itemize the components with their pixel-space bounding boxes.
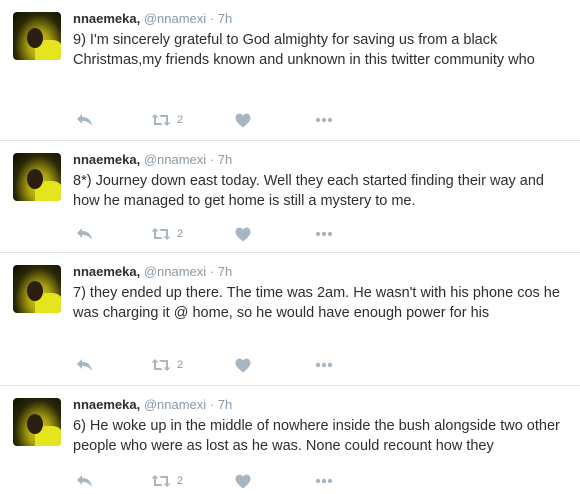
retweet-count: 2 <box>177 359 184 371</box>
retweet-count: 2 <box>177 475 184 487</box>
reply-icon <box>76 358 93 372</box>
separator-dot: · <box>209 264 215 279</box>
avatar[interactable] <box>13 153 61 201</box>
heart-icon <box>235 227 251 242</box>
reply-icon <box>76 474 93 488</box>
reply-button[interactable] <box>76 226 93 242</box>
separator-dot: · <box>209 397 215 412</box>
like-button[interactable] <box>235 112 251 128</box>
more-button[interactable] <box>315 112 333 128</box>
heart-icon <box>235 474 251 489</box>
tweet-actions: 2 <box>73 112 333 128</box>
retweet-button[interactable]: 2 <box>151 473 183 489</box>
reply-icon <box>76 227 93 241</box>
avatar[interactable] <box>13 398 61 446</box>
tweet[interactable]: nnaemeka, @nnamexi · 7h 8*) Journey down… <box>0 141 580 253</box>
reply-icon <box>76 113 93 127</box>
more-icon <box>315 478 333 484</box>
author-handle[interactable]: @nnamexi <box>144 152 206 167</box>
tweet-text: 7) they ended up there. The time was 2am… <box>73 285 560 321</box>
tweet-text: 9) I'm sincerely grateful to God almight… <box>73 32 535 68</box>
heart-icon <box>235 113 251 128</box>
more-icon <box>315 117 333 123</box>
tweet[interactable]: nnaemeka, @nnamexi · 7h 9) I'm sincerely… <box>0 0 580 141</box>
tweet-text: 8*) Journey down east today. Well they e… <box>73 173 544 209</box>
tweet-actions: 2 <box>73 357 333 373</box>
tweet[interactable]: nnaemeka, @nnamexi · 7h 7) they ended up… <box>0 253 580 386</box>
tweet-actions: 2 <box>73 226 333 242</box>
author-handle[interactable]: @nnamexi <box>144 264 206 279</box>
reply-button[interactable] <box>76 112 93 128</box>
tweet-header: nnaemeka, @nnamexi · 7h <box>73 264 232 279</box>
tweet[interactable]: nnaemeka, @nnamexi · 7h 6) He woke up in… <box>0 386 580 494</box>
tweet-header: nnaemeka, @nnamexi · 7h <box>73 11 232 26</box>
reply-button[interactable] <box>76 357 93 373</box>
author-name[interactable]: nnaemeka, <box>73 11 140 26</box>
avatar[interactable] <box>13 265 61 313</box>
like-button[interactable] <box>235 473 251 489</box>
author-handle[interactable]: @nnamexi <box>144 397 206 412</box>
more-icon <box>315 362 333 368</box>
retweet-button[interactable]: 2 <box>151 112 183 128</box>
heart-icon <box>235 358 251 373</box>
separator-dot: · <box>209 11 215 26</box>
retweet-icon <box>151 474 171 488</box>
like-button[interactable] <box>235 357 251 373</box>
retweet-icon <box>151 227 171 241</box>
tweet-timestamp[interactable]: 7h <box>218 397 232 412</box>
retweet-icon <box>151 113 171 127</box>
retweet-button[interactable]: 2 <box>151 357 183 373</box>
tweet-timestamp[interactable]: 7h <box>218 11 232 26</box>
tweet-feed: nnaemeka, @nnamexi · 7h 9) I'm sincerely… <box>0 0 580 494</box>
reply-button[interactable] <box>76 473 93 489</box>
like-button[interactable] <box>235 226 251 242</box>
retweet-icon <box>151 358 171 372</box>
more-icon <box>315 231 333 237</box>
more-button[interactable] <box>315 226 333 242</box>
tweet-timestamp[interactable]: 7h <box>218 152 232 167</box>
author-name[interactable]: nnaemeka, <box>73 152 140 167</box>
avatar[interactable] <box>13 12 61 60</box>
retweet-button[interactable]: 2 <box>151 226 183 242</box>
retweet-count: 2 <box>177 228 184 240</box>
tweet-actions: 2 <box>73 473 333 489</box>
tweet-header: nnaemeka, @nnamexi · 7h <box>73 152 232 167</box>
author-name[interactable]: nnaemeka, <box>73 264 140 279</box>
retweet-count: 2 <box>177 114 184 126</box>
more-button[interactable] <box>315 473 333 489</box>
more-button[interactable] <box>315 357 333 373</box>
tweet-text: 6) He woke up in the middle of nowhere i… <box>73 418 560 454</box>
tweet-header: nnaemeka, @nnamexi · 7h <box>73 397 232 412</box>
author-name[interactable]: nnaemeka, <box>73 397 140 412</box>
tweet-timestamp[interactable]: 7h <box>218 264 232 279</box>
separator-dot: · <box>209 152 215 167</box>
author-handle[interactable]: @nnamexi <box>144 11 206 26</box>
